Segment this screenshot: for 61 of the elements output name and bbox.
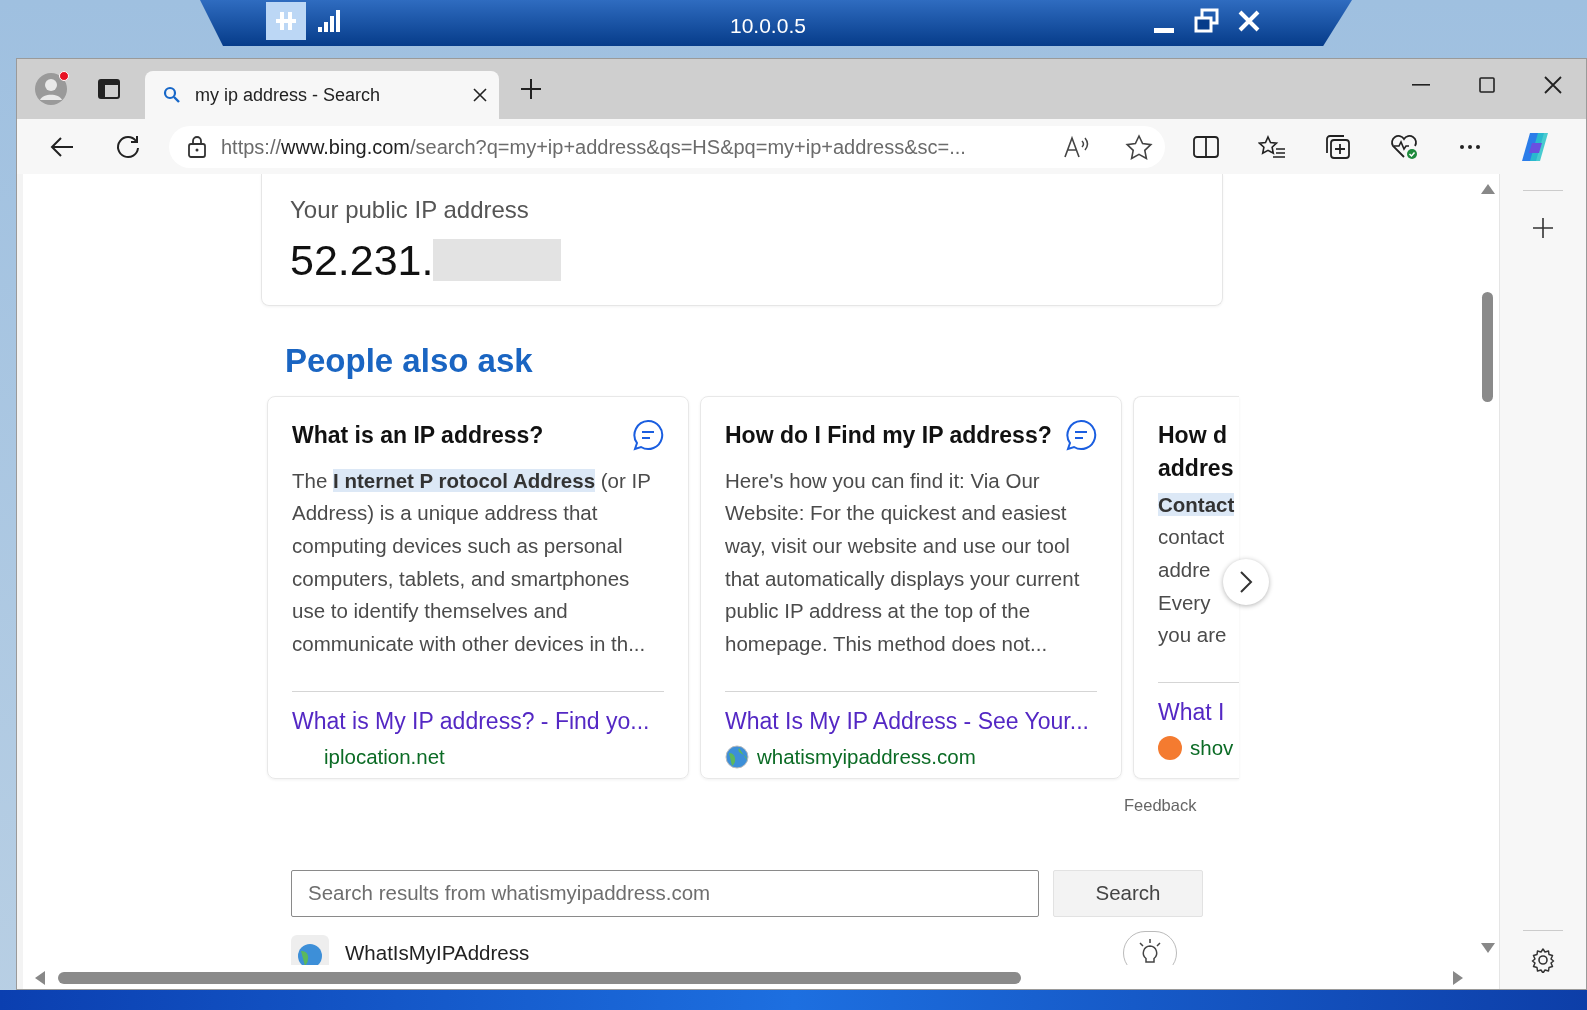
scroll-up-icon[interactable]: [1481, 184, 1495, 194]
lightbulb-button[interactable]: [1123, 930, 1177, 965]
site-favicon-icon: [291, 934, 329, 965]
search-button[interactable]: Search: [1053, 869, 1203, 917]
next-button[interactable]: [1223, 559, 1269, 605]
question-title: How d addres: [1158, 420, 1235, 483]
chat-bubble-icon[interactable]: [632, 418, 664, 451]
health-icon[interactable]: [1390, 133, 1418, 160]
search-icon: [163, 86, 181, 104]
signal-icon: [318, 10, 342, 32]
refresh-icon[interactable]: [115, 133, 141, 160]
favorite-star-icon[interactable]: [1125, 133, 1153, 160]
answer-text: The I nternet P rotocol Address (or IP Address) is a unique address that computing devices such as personal computers, tablets, and smartphones use to identify themselves and communicate with other devices in th...: [292, 467, 652, 657]
url-text: https://www.bing.com/search?q=my+ip+address&qs=HS&pq=my+ip+address&sc=...: [221, 134, 967, 160]
more-icon[interactable]: [1459, 143, 1481, 150]
feedback-link[interactable]: Feedback: [1124, 792, 1197, 818]
answer-text: Here's how you can find it: Via Our Website: For the quickest and easiest way, visit our website and use our tool that automatically displays your current public IP address at the top of the homepage. This method does not...: [725, 467, 1081, 657]
vertical-scroll-thumb[interactable]: [1482, 292, 1493, 402]
restore-icon[interactable]: [1194, 8, 1220, 34]
answer-text: Contact contact addre Every you are: [1158, 491, 1236, 649]
source-domain: iplocation.net: [324, 744, 445, 770]
site-logo-icon: [1158, 736, 1182, 761]
split-screen-icon[interactable]: [1193, 135, 1219, 158]
question-title: What is an IP address?: [292, 420, 544, 450]
source-domain: shov: [1190, 735, 1234, 761]
settings-icon[interactable]: [1530, 947, 1556, 973]
browser-tab[interactable]: my ip address - Search: [145, 71, 499, 119]
close-icon[interactable]: [1544, 75, 1562, 94]
chat-bubble-icon[interactable]: [1065, 418, 1097, 451]
lock-icon: [187, 134, 207, 159]
tab-actions-icon[interactable]: [98, 79, 120, 99]
back-icon[interactable]: [49, 135, 75, 158]
scroll-right-icon[interactable]: [1453, 971, 1463, 985]
close-tab-icon[interactable]: [473, 88, 487, 102]
address-bar[interactable]: https://www.bing.com/search?q=my+ip+address&qs=HS&pq=my+ip+address&sc=...: [169, 125, 1165, 168]
source-domain: whatismyipaddress.com: [757, 744, 976, 770]
maximize-icon[interactable]: [1479, 76, 1495, 93]
read-aloud-icon[interactable]: [1063, 134, 1091, 159]
ip-address: 52.231.: [290, 235, 434, 286]
new-tab-icon[interactable]: [520, 78, 542, 100]
scroll-left-icon[interactable]: [35, 971, 45, 985]
result-title[interactable]: WhatIsMyIPAddress: [345, 938, 530, 965]
chevron-right-icon: [1239, 570, 1253, 594]
horizontal-scroll-thumb[interactable]: [58, 972, 1021, 984]
globe-icon: [725, 745, 749, 770]
section-heading: People also ask: [285, 341, 534, 381]
add-icon[interactable]: [1533, 217, 1553, 238]
collections-icon[interactable]: [1325, 133, 1351, 160]
tab-title: my ip address - Search: [195, 83, 382, 107]
ip-label: Your public IP address: [290, 195, 530, 225]
result-link[interactable]: What I: [1158, 694, 1225, 729]
result-link[interactable]: What is My IP address? - Find yo...: [292, 703, 650, 738]
profile-icon[interactable]: [33, 71, 69, 107]
connection-title: 10.0.0.5: [730, 13, 806, 39]
favorites-icon[interactable]: [1258, 134, 1286, 159]
scroll-down-icon[interactable]: [1481, 943, 1495, 953]
lightbulb-icon: [1136, 937, 1164, 965]
question-title: How do I Find my IP address?: [725, 420, 1052, 450]
site-search-field[interactable]: Search results from whatismyipaddress.com: [291, 869, 1039, 917]
result-link[interactable]: What Is My IP Address - See Your...: [725, 703, 1089, 738]
close-icon[interactable]: [1236, 8, 1262, 34]
